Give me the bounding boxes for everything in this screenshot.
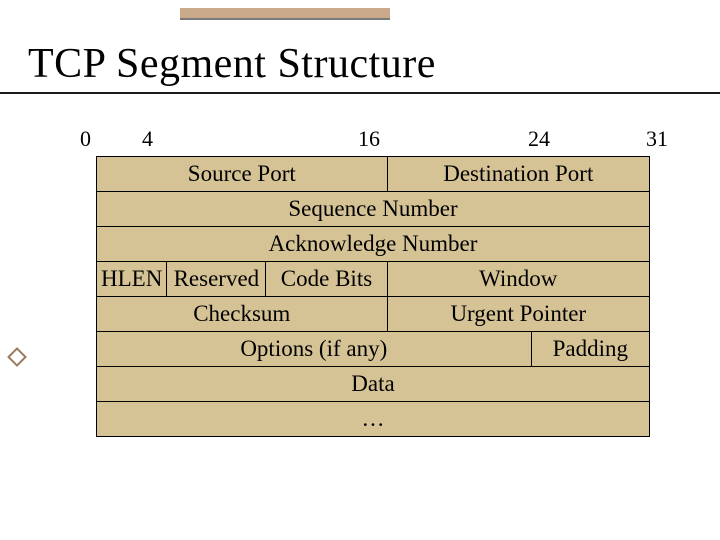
field-checksum: Checksum <box>97 297 388 332</box>
field-data-continued: … <box>97 402 650 437</box>
bit-label-16: 16 <box>358 126 380 152</box>
bit-label-4: 4 <box>142 126 153 152</box>
bit-label-31: 31 <box>646 126 668 152</box>
bit-offset-labels: 0 4 16 24 31 <box>72 120 672 156</box>
field-reserved: Reserved <box>167 262 266 297</box>
field-data: Data <box>97 367 650 402</box>
diamond-bullet-icon <box>7 347 27 367</box>
field-hlen: HLEN <box>97 262 167 297</box>
tcp-header-table: Source Port Destination Port Sequence Nu… <box>96 156 650 437</box>
field-padding: Padding <box>531 332 649 367</box>
title-rule <box>0 92 720 94</box>
field-source-port: Source Port <box>97 157 388 192</box>
tcp-segment-diagram: 0 4 16 24 31 Source Port Destination Por… <box>72 120 672 437</box>
field-acknowledge-number: Acknowledge Number <box>97 227 650 262</box>
page-title: TCP Segment Structure <box>28 40 720 88</box>
field-sequence-number: Sequence Number <box>97 192 650 227</box>
accent-strip <box>180 8 390 20</box>
field-code-bits: Code Bits <box>266 262 387 297</box>
field-options: Options (if any) <box>97 332 532 367</box>
bit-label-24: 24 <box>528 126 550 152</box>
field-urgent-pointer: Urgent Pointer <box>387 297 649 332</box>
field-window: Window <box>387 262 649 297</box>
bit-label-0: 0 <box>80 126 91 152</box>
field-destination-port: Destination Port <box>387 157 649 192</box>
